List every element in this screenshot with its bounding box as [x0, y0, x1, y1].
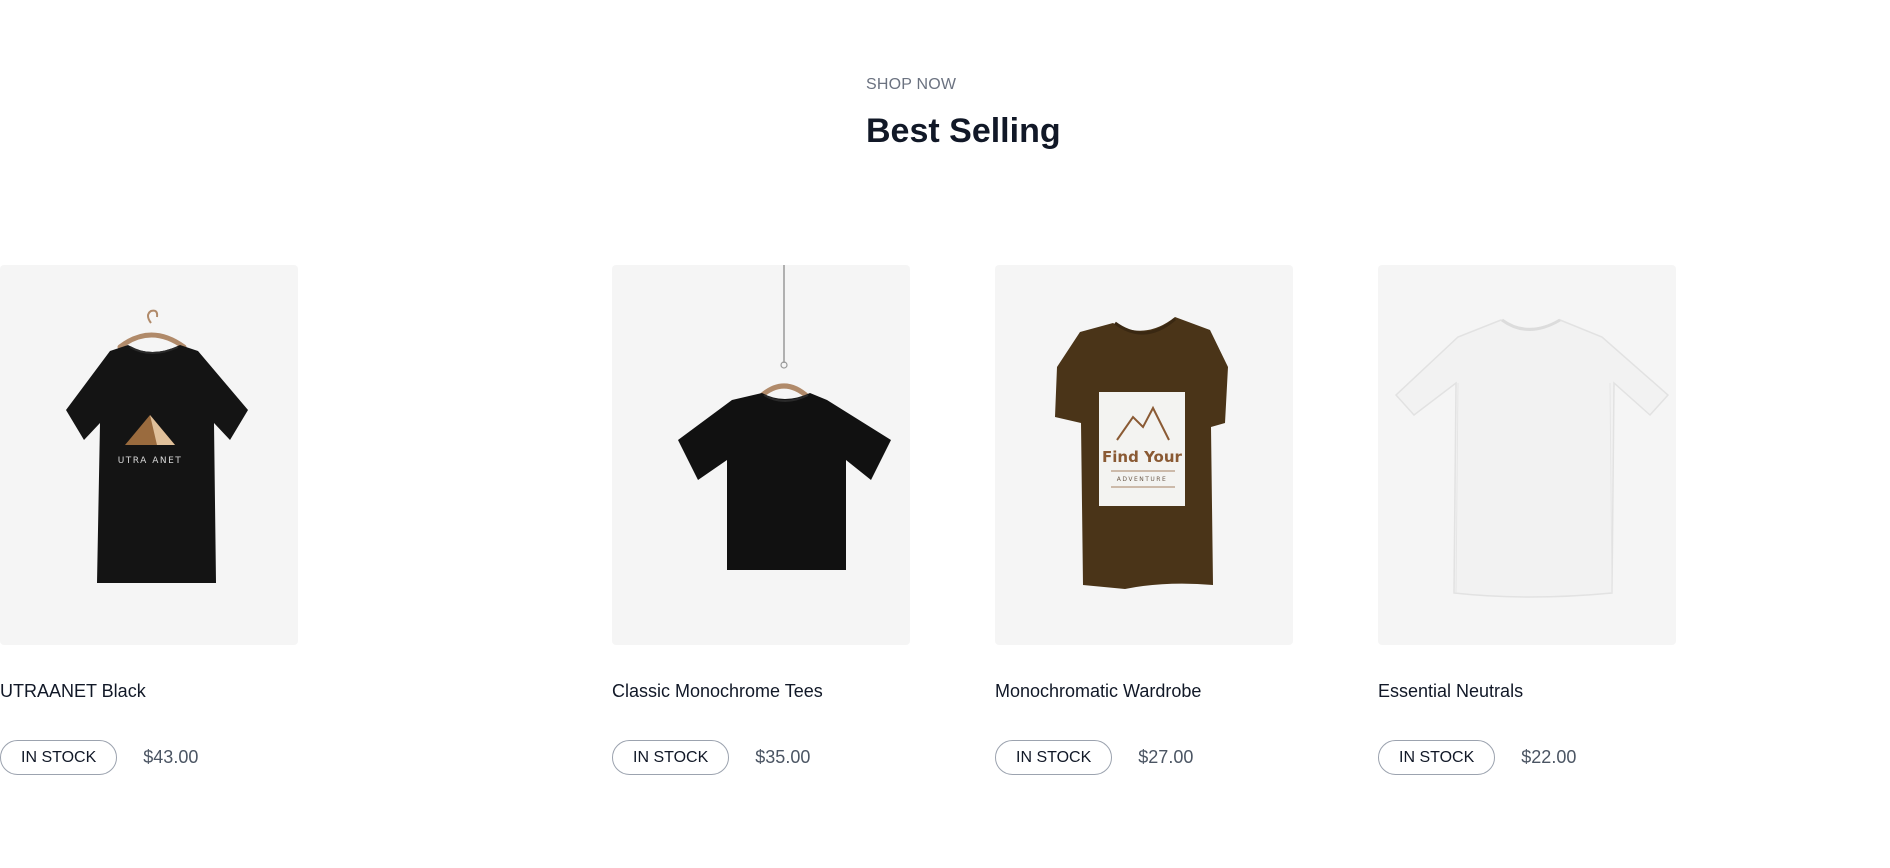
product-name[interactable]: Essential Neutrals — [1378, 681, 1676, 702]
section-title: Best Selling — [866, 112, 1061, 150]
product-meta: IN STOCK $43.00 — [0, 740, 298, 775]
section-header: SHOP NOW Best Selling — [866, 76, 1061, 151]
white-tshirt-icon — [1394, 318, 1670, 598]
product-meta: IN STOCK $22.00 — [1378, 740, 1676, 775]
product-name[interactable]: UTRAANET Black — [0, 681, 298, 702]
stock-badge: IN STOCK — [995, 740, 1113, 775]
product-meta: IN STOCK $27.00 — [995, 740, 1293, 775]
tshirt-brand-text: UTRA ANET — [118, 456, 183, 466]
product-image-1[interactable] — [612, 265, 910, 645]
stock-badge: IN STOCK — [0, 740, 118, 775]
stock-badge: IN STOCK — [1378, 740, 1496, 775]
product-price: $43.00 — [143, 747, 199, 767]
black-logo-tshirt-on-hanger-icon: UTRA ANET — [66, 309, 248, 583]
tshirt-graphic-subline: ADVENTURE — [1117, 476, 1168, 483]
stock-badge: IN STOCK — [612, 740, 730, 775]
product-image-4[interactable]: UTRA ANET — [0, 265, 298, 645]
best-selling-section: SHOP NOW Best Selling Classic Monochrome… — [0, 0, 1890, 868]
product-card-3[interactable]: Essential Neutrals IN STOCK $22.00 — [1378, 265, 1676, 775]
product-price: $22.00 — [1521, 747, 1577, 767]
tshirt-graphic-headline: Find Your — [1102, 448, 1182, 466]
product-price: $35.00 — [755, 747, 811, 767]
product-image-2[interactable]: Find Your ADVENTURE — [995, 265, 1293, 645]
product-card-1[interactable]: Classic Monochrome Tees IN STOCK $35.00 — [612, 265, 910, 775]
black-tshirt-on-hanger-icon — [678, 265, 891, 570]
product-card-2[interactable]: Find Your ADVENTURE Monochromatic Wardro… — [995, 265, 1293, 775]
product-image-3[interactable] — [1378, 265, 1676, 645]
brown-graphic-tshirt-icon: Find Your ADVENTURE — [1055, 317, 1228, 589]
product-price: $27.00 — [1138, 747, 1194, 767]
product-card-4[interactable]: UTRA ANET UTRAANET Black IN STOCK $43.00 — [0, 265, 298, 775]
section-eyebrow: SHOP NOW — [866, 76, 957, 93]
product-name[interactable]: Classic Monochrome Tees — [612, 681, 910, 702]
product-meta: IN STOCK $35.00 — [612, 740, 910, 775]
product-name[interactable]: Monochromatic Wardrobe — [995, 681, 1293, 702]
